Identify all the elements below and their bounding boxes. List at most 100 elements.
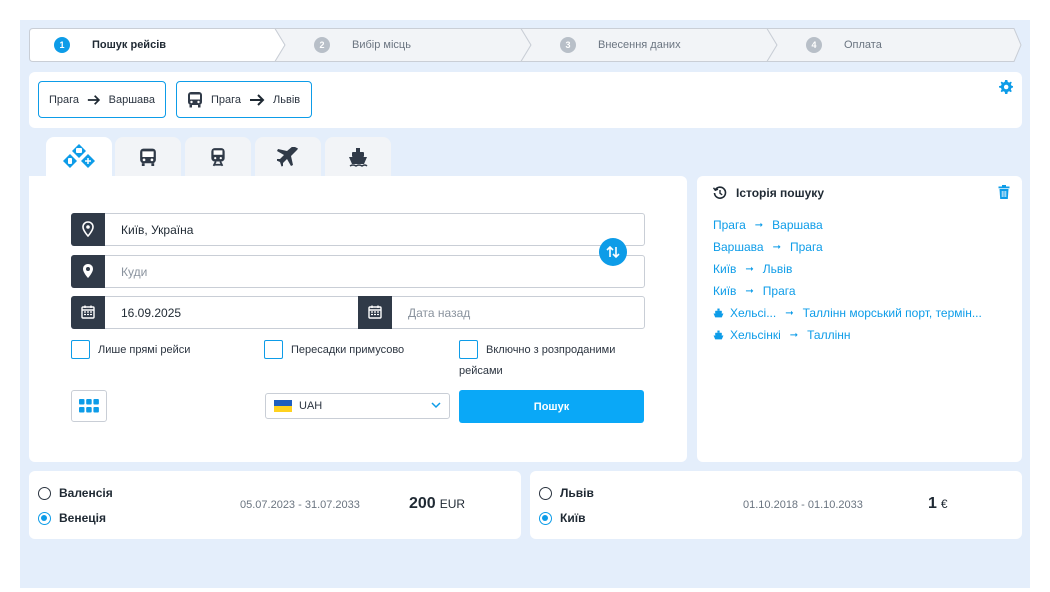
history-to: Прага — [762, 284, 796, 298]
step-label: Вибір місць — [352, 39, 411, 51]
calendar-icon — [368, 305, 382, 319]
chevron-down-icon — [431, 402, 441, 409]
history-item[interactable]: Київ ➞ Прага — [713, 280, 1013, 302]
return-date-field[interactable]: Дата назад — [358, 295, 645, 329]
step-seats[interactable]: 2 Вибір місць — [314, 28, 411, 62]
history-from: Варшава — [713, 240, 764, 254]
history-item[interactable]: Варшава ➞ Прага — [713, 236, 1013, 258]
arrow-right-icon: ➞ — [789, 329, 799, 341]
offer-price: 1 € — [928, 495, 948, 513]
date-input[interactable]: 16.09.2025 — [105, 306, 181, 320]
history-item[interactable]: Київ ➞ Львів — [713, 258, 1013, 280]
location-icon-wrapper — [71, 254, 105, 288]
offer-city: Валенсія — [59, 486, 113, 500]
gear-icon[interactable] — [999, 80, 1013, 94]
history-from: Хельсі... — [730, 306, 777, 320]
offer-dates: 05.07.2023 - 31.07.2033 — [240, 499, 360, 511]
location-icon-wrapper — [71, 212, 105, 246]
price-amount: 1 — [928, 495, 937, 512]
currency-select[interactable]: UAH — [265, 393, 450, 419]
forced-transfers-checkbox[interactable]: Пересадки примусово — [264, 340, 404, 359]
tab-plane[interactable] — [255, 137, 321, 177]
step-label: Пошук рейсів — [92, 39, 167, 51]
checkbox-box[interactable] — [264, 340, 283, 359]
step-payment[interactable]: 4 Оплата — [806, 28, 882, 62]
route-to: Варшава — [108, 93, 155, 106]
checkbox-label: Включно з розпроданими — [486, 344, 616, 356]
radio-selected[interactable] — [38, 511, 51, 525]
step-label: Внесення даних — [598, 39, 681, 51]
saved-route-chip[interactable]: Прага Варшава — [38, 81, 166, 118]
history-to: Таллінн — [807, 328, 851, 342]
history-header: Історія пошуку — [713, 186, 824, 200]
ukraine-flag-icon — [274, 400, 292, 412]
tab-ship[interactable] — [325, 137, 391, 177]
history-to: Варшава — [772, 218, 823, 232]
offer-radio-option[interactable]: Львів — [539, 486, 594, 500]
offer-city: Львів — [560, 486, 594, 500]
plane-icon — [277, 147, 298, 167]
route-from: Прага — [49, 93, 80, 106]
step-number: 1 — [54, 37, 70, 53]
step-number: 2 — [314, 37, 330, 53]
tab-all-transport[interactable] — [46, 137, 112, 179]
tab-bus[interactable] — [115, 137, 181, 177]
calendar-icon-wrapper — [358, 295, 392, 329]
ship-icon — [713, 330, 724, 339]
saved-route-chip[interactable]: Прага Львів — [176, 81, 312, 118]
from-field[interactable]: Київ, Україна — [71, 212, 645, 246]
history-list: Прага ➞ Варшава Варшава ➞ Прага Київ ➞ Львів К… — [713, 214, 1013, 346]
train-icon — [211, 148, 225, 167]
history-to: Прага — [789, 240, 823, 254]
date-field[interactable]: 16.09.2025 — [71, 295, 358, 329]
saved-routes-bar: Прага Варшава Прага Львів — [29, 72, 1022, 128]
checkbox-label: Лише прямі рейси — [98, 344, 191, 356]
step-search[interactable]: 1 Пошук рейсів — [54, 28, 166, 62]
route-from: Прага — [211, 93, 242, 106]
from-input[interactable]: Київ, Україна — [105, 223, 193, 237]
arrow-right-icon — [250, 93, 265, 106]
to-field[interactable]: Куди — [71, 254, 645, 288]
history-icon — [713, 186, 727, 199]
arrow-right-icon: ➞ — [745, 285, 754, 297]
offer-radio-option[interactable]: Київ — [539, 511, 585, 525]
history-item[interactable]: Хельсі... ➞ Таллінн морський порт, термін.… — [713, 302, 1013, 324]
return-date-input[interactable]: Дата назад — [392, 306, 470, 320]
radio-unselected[interactable] — [38, 486, 51, 500]
history-from: Київ — [713, 262, 737, 276]
checkbox-box[interactable] — [71, 340, 90, 359]
offer-radio-option[interactable]: Венеція — [38, 511, 106, 525]
route-to: Львів — [273, 93, 301, 106]
search-panel: Київ, Україна Куди 16.09.2025 Дата назад… — [29, 176, 687, 462]
price-amount: 200 — [409, 495, 436, 512]
direct-only-checkbox[interactable]: Лише прямі рейси — [71, 340, 190, 359]
tab-train[interactable] — [185, 137, 251, 177]
history-from: Хельсінкі — [730, 328, 781, 342]
offer-card[interactable]: Львів Київ 01.10.2018 - 01.10.2033 1 € — [530, 471, 1022, 539]
history-from: Київ — [713, 284, 737, 298]
grid-icon — [79, 399, 99, 413]
search-button[interactable]: Пошук — [459, 390, 644, 423]
multimodal-icon — [63, 144, 95, 168]
swap-direction-button[interactable] — [599, 238, 627, 266]
arrow-right-icon: ➞ — [785, 307, 794, 319]
checkbox-label-continued: рейсами — [459, 365, 503, 377]
history-item[interactable]: Прага ➞ Варшава — [713, 214, 1013, 236]
step-details[interactable]: 3 Внесення даних — [560, 28, 681, 62]
price-currency: EUR — [439, 497, 466, 511]
grid-menu-button[interactable] — [71, 390, 107, 422]
offer-price: 200 EUR — [409, 495, 465, 513]
to-input[interactable]: Куди — [105, 265, 147, 279]
arrow-right-icon: ➞ — [745, 263, 754, 275]
arrow-right-icon — [87, 94, 101, 105]
offer-card[interactable]: Валенсія Венеція 05.07.2023 - 31.07.2033… — [29, 471, 521, 539]
history-from: Прага — [713, 218, 746, 232]
trash-icon[interactable] — [998, 185, 1010, 199]
offer-radio-option[interactable]: Валенсія — [38, 486, 113, 500]
radio-selected[interactable] — [539, 511, 552, 525]
swap-icon — [606, 245, 620, 259]
include-sold-out-checkbox[interactable]: Включно з розпроданими — [459, 340, 615, 359]
history-item[interactable]: Хельсінкі ➞ Таллінн — [713, 324, 1013, 346]
radio-unselected[interactable] — [539, 486, 552, 500]
checkbox-box[interactable] — [459, 340, 478, 359]
